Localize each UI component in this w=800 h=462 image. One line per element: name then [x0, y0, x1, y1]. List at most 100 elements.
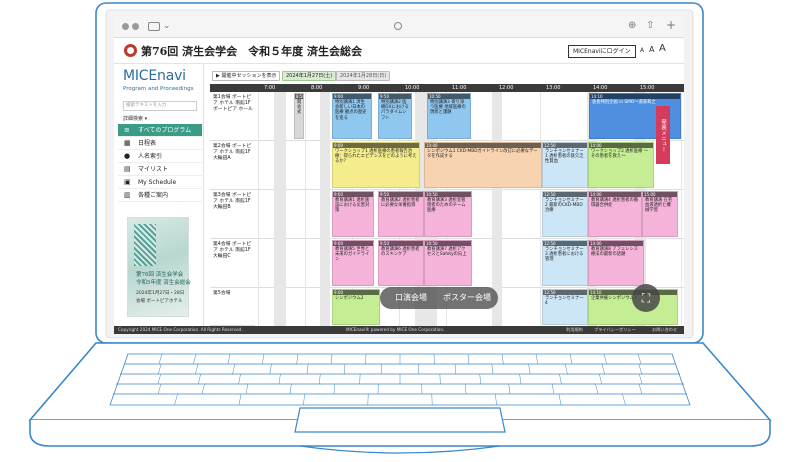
- plus-icon[interactable]: +: [666, 18, 676, 32]
- sidebar-item-3[interactable]: ▤ マイリスト: [118, 163, 202, 176]
- session-block[interactable]: 10:50 教育講演3 透析室管理者のためのチーム医療: [424, 191, 472, 237]
- login-button[interactable]: MICEnaviにログイン: [568, 45, 636, 58]
- share-icon[interactable]: ⇧: [646, 20, 654, 31]
- tab-day1[interactable]: 2024年1月27日(土): [282, 71, 337, 81]
- session-block[interactable]: 9:00 特別講演1 済生会新しい日本の医療 観点の歴史を巡る: [332, 93, 372, 139]
- timeline-header: 7:00 8:00 9:00 10:00 11:00 12:00 13:00 14:00 15:…: [210, 84, 684, 92]
- session-block[interactable]: 12:50 ランチョンセミナー4: [542, 289, 588, 325]
- session-block[interactable]: 12:50 ランチョンセミナー2 最新のCKD-MBD治療: [542, 191, 588, 237]
- sidebar-item-label: 人名索引: [138, 153, 163, 160]
- session-block[interactable]: 15:00 教育講演 在宅血液透析と機械学習: [642, 191, 678, 237]
- font-size-small-button[interactable]: A: [640, 47, 644, 54]
- session-title: 会長特別企画 in SMO～道家和之: [592, 100, 656, 105]
- footer: Copyright 2024 MICE One Corporation. All…: [114, 326, 684, 334]
- font-size-medium-button[interactable]: A: [649, 45, 654, 54]
- session-title: ランチョンセミナー2 最新のCKD-MBD治療: [545, 198, 584, 214]
- session-block[interactable]: 12:50 ランチョンセミナー3 透析患者における管理: [542, 240, 588, 286]
- download-icon[interactable]: ⊕: [628, 20, 636, 31]
- session-block[interactable]: 12:50 ランチョンセミナー1 透析患者の鉄欠乏性貧血: [542, 142, 588, 188]
- session-title: 教育講演3 透析室管理者のためのチーム医療: [427, 198, 466, 214]
- hour-label: 8:00: [311, 85, 323, 91]
- oral-venue-button[interactable]: 口演会場: [386, 287, 436, 309]
- footer-privacy-link[interactable]: プライバシーポリシー: [594, 326, 636, 334]
- sidebar-item-0[interactable]: ≡ すべてのプログラム: [118, 124, 202, 137]
- session-block[interactable]: 14:00 教育講演8 アフェレシス療法の最新の話題: [588, 240, 644, 286]
- session-block[interactable]: 9:00 教育講演5 世界と未来のガイドライン: [332, 240, 374, 286]
- search-input[interactable]: 検索テキストを入力: [123, 101, 197, 111]
- session-time: 10:50: [428, 94, 470, 99]
- grid-line: [540, 92, 541, 326]
- session-block[interactable]: 14:00 ワークショップ2 透析医療 ～その患者を救え～: [588, 142, 654, 188]
- brand-logo: MICEnavi: [123, 68, 186, 84]
- poster-venue-button[interactable]: ポスター会場: [438, 287, 496, 309]
- session-time: 10:00: [425, 143, 541, 148]
- hour-label: 10:00: [405, 85, 420, 91]
- session-title: シンポジウム2: [335, 296, 364, 301]
- break-band: [274, 92, 286, 326]
- session-title: 教育講演8 アフェレシス療法の最新の話題: [591, 247, 639, 258]
- hour-label: 13:00: [546, 85, 561, 91]
- presentation-menu-tab[interactable]: 発表メニュー: [656, 106, 670, 164]
- sidebar-item-4[interactable]: ▣ My Schedule: [118, 176, 202, 189]
- window-close-dot[interactable]: [122, 23, 129, 30]
- session-block[interactable]: 9:50 教育講演2 透析患者に必要な栄養指導: [378, 191, 424, 237]
- sidebar-item-label: My Schedule: [138, 179, 177, 186]
- session-title: 教育講演1 透析施設における災害対策: [335, 198, 370, 214]
- session-title: 特別講演1 済生会新しい日本の医療 観点の歴史を巡る: [335, 100, 367, 121]
- hour-label: 11:00: [452, 85, 467, 91]
- sidebar-icon[interactable]: [148, 22, 160, 31]
- session-title: 開会式: [297, 100, 302, 116]
- window-minimize-dot[interactable]: [132, 23, 139, 30]
- expand-icon[interactable]: ⛶: [632, 284, 660, 312]
- session-block[interactable]: 8:50開会式: [294, 93, 304, 139]
- room-label: 第5会場: [210, 288, 255, 326]
- site-header: 第76回 済生会学会 令和５年度 済生会総会 MICEnaviにログイン A A…: [114, 38, 684, 64]
- session-block[interactable]: 9:00 シンポジウム2: [332, 289, 380, 325]
- footer-contact-link[interactable]: お問い合わせ: [652, 326, 677, 334]
- grid-line: [681, 92, 682, 326]
- chevron-down-icon[interactable]: ⌄: [163, 21, 171, 31]
- session-time: 9:50: [379, 192, 423, 197]
- font-size-large-button[interactable]: A: [659, 43, 666, 54]
- room-label: 第4会場 ポートピア ホテル 南館1F 大輪田C: [210, 239, 255, 288]
- banner-venue: 会場 ポートピアホテル: [136, 299, 183, 304]
- session-time: 9:00: [333, 290, 379, 295]
- tab-day2[interactable]: 2024年1月28日(日): [336, 71, 391, 81]
- session-block[interactable]: 9:00 ワークショップ1 透析医療の患者報告治療：得られたエビデンスをどのように…: [332, 142, 420, 188]
- session-time: 12:50: [543, 143, 587, 148]
- room-label: 第1会場 ポートピア ホテル 南館1F ポートピア ホール: [210, 92, 255, 141]
- document-icon: ▤: [124, 165, 131, 173]
- room-label: 第2会場 ポートピア ホテル 南館1F 大輪田A: [210, 141, 255, 190]
- session-time: 9:00: [333, 143, 419, 148]
- session-title: シンポジウム1 CKD-MBDガイドライン改訂に必要なデータを作成する: [427, 149, 538, 160]
- session-block[interactable]: 10:50 特別講演3 寄り添う医療 地域医療の現状と課題: [427, 93, 471, 139]
- sidebar-item-1[interactable]: ▦ 日程表: [118, 137, 202, 150]
- footer-copyright: Copyright 2024 MICE One Corporation. All…: [118, 327, 243, 332]
- grid-line: [258, 92, 259, 326]
- browser-screen: ⌄ ⊕ ⇧ + 第76回 済生会学会 令和５年度 済生会総会 MICEnaviに…: [114, 16, 684, 334]
- session-title: ワークショップ2 透析医療 ～その患者を救え～: [591, 149, 649, 160]
- session-time: 14:10: [590, 94, 680, 99]
- session-time: 10:50: [425, 241, 471, 246]
- sidebar-item-2[interactable]: ● 人名索引: [118, 150, 202, 163]
- session-block[interactable]: 14:00 教育講演4 透析患者の循環器合併症: [588, 191, 642, 237]
- sidebar-item-5[interactable]: ▥ 各種ご案内: [118, 189, 202, 202]
- session-time: 12:50: [543, 192, 587, 197]
- session-block[interactable]: 10:00 シンポジウム1 CKD-MBDガイドライン改訂に必要なデータを作成する: [424, 142, 542, 188]
- session-block[interactable]: 9:00 教育講演1 透析施設における災害対策: [332, 191, 374, 237]
- event-banner[interactable]: 第76回 済生会学会 令和5年度 済生会総会 2024年1月27日・28日 会場…: [127, 217, 191, 317]
- advanced-search-toggle[interactable]: 詳細検索 ▾: [123, 115, 147, 122]
- footer-terms-link[interactable]: 利用規約: [566, 326, 583, 334]
- session-title: 特別講演3 寄り添う医療 地域医療の現状と課題: [430, 100, 466, 116]
- list-icon: ≡: [124, 126, 130, 134]
- session-block[interactable]: 9:50 特別講演2 医療DXにおけるパラダイムシフト: [378, 93, 412, 139]
- session-title: ランチョンセミナー1 透析患者の鉄欠乏性貧血: [545, 149, 584, 165]
- show-ongoing-sessions-button[interactable]: ▶ 開催中セッションを表示: [212, 71, 281, 81]
- session-title: 教育講演 在宅血液透析と機械学習: [645, 198, 673, 214]
- session-time: 9:00: [333, 94, 371, 99]
- session-block[interactable]: 10:50 教育講演7 透析アクセスとSafetyの向上: [424, 240, 472, 286]
- session-block[interactable]: 9:50 教育講演6 透析患者のスキンケア: [378, 240, 424, 286]
- person-icon: ●: [124, 152, 131, 160]
- session-time: 9:00: [333, 192, 373, 197]
- session-title: 企業共催シンポジウム1: [591, 296, 637, 301]
